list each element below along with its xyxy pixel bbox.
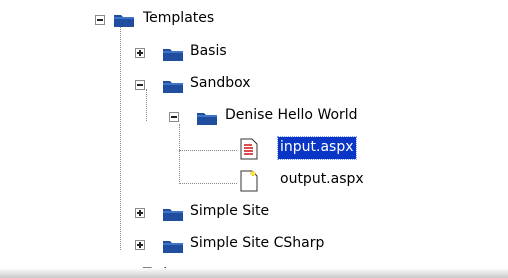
tree-node-label: Basis xyxy=(190,43,227,59)
folder-icon xyxy=(163,241,183,253)
tree-node-label: input.aspx xyxy=(277,136,357,160)
tree-view: Templates Basis Sandbox Denise Hello Wor… xyxy=(0,0,508,278)
folder-icon xyxy=(197,113,217,125)
tree-node-input-aspx[interactable]: input.aspx xyxy=(240,136,400,164)
aspx-document-icon xyxy=(240,138,258,160)
tree-node-label: output.aspx xyxy=(280,171,364,187)
expand-icon[interactable] xyxy=(135,48,145,58)
bottom-shadow xyxy=(0,268,508,278)
tree-guide-line xyxy=(179,183,237,184)
tree-node-basis[interactable]: Basis xyxy=(135,40,335,68)
tree-node-simple-site-csharp[interactable]: Simple Site CSharp xyxy=(135,232,395,260)
tree-guide-line xyxy=(120,25,121,250)
new-document-icon xyxy=(240,170,258,192)
tree-guide-line xyxy=(179,124,180,184)
tree-node-label: Simple Site xyxy=(190,203,270,219)
tree-node-label: Templates xyxy=(143,10,215,26)
collapse-icon[interactable] xyxy=(95,15,105,25)
folder-icon xyxy=(163,209,183,221)
tree-node-simple-site[interactable]: Simple Site xyxy=(135,200,355,228)
tree-node-templates[interactable]: Templates xyxy=(95,8,355,36)
collapse-icon[interactable] xyxy=(169,112,179,122)
tree-node-label: Denise Hello World xyxy=(225,107,358,123)
folder-icon xyxy=(114,15,134,27)
collapse-icon[interactable] xyxy=(135,80,145,90)
tree-node-denise-hello-world[interactable]: Denise Hello World xyxy=(169,104,459,132)
tree-node-sandbox[interactable]: Sandbox xyxy=(135,72,335,100)
tree-guide-line xyxy=(179,150,237,151)
expand-icon[interactable] xyxy=(135,208,145,218)
tree-node-output-aspx[interactable]: output.aspx xyxy=(240,168,400,196)
tree-node-label: Sandbox xyxy=(190,75,251,91)
folder-icon xyxy=(163,49,183,61)
expand-icon[interactable] xyxy=(135,240,145,250)
tree-node-label: Simple Site CSharp xyxy=(190,235,325,251)
folder-icon xyxy=(163,81,183,93)
